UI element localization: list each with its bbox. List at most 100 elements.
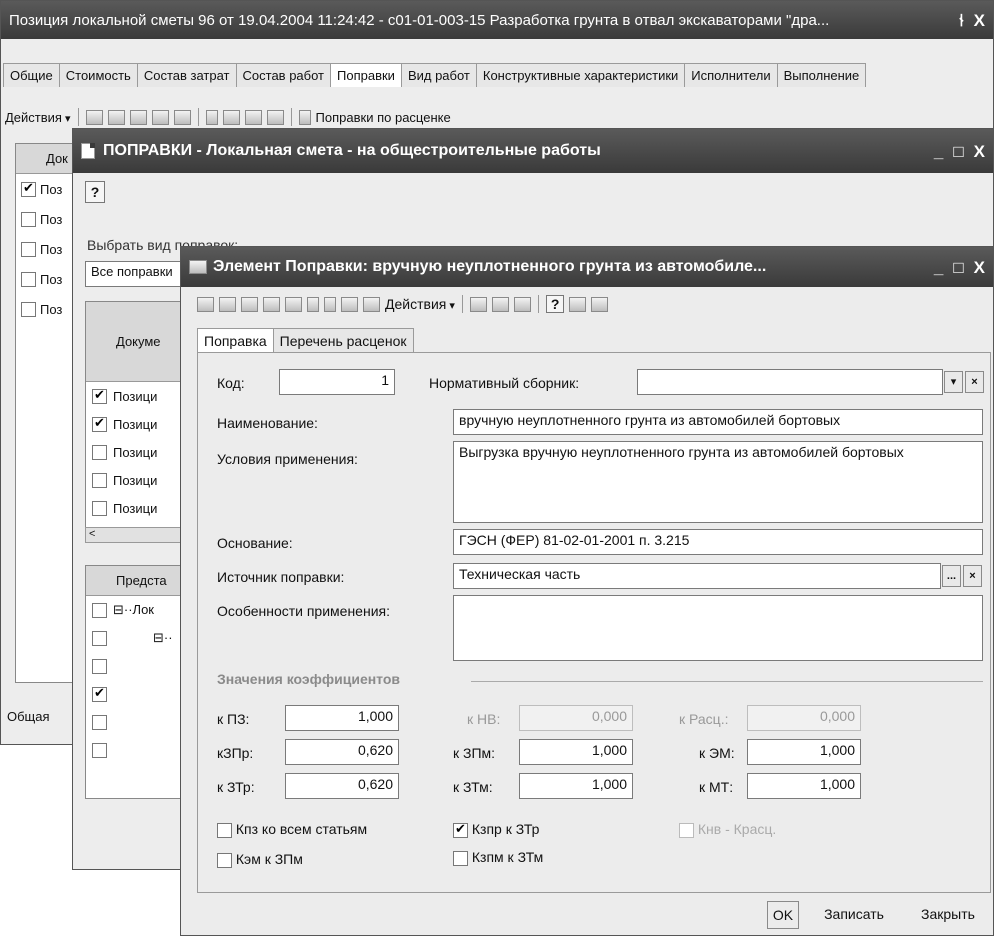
row-checkbox[interactable]: [21, 211, 36, 227]
table-row[interactable]: Поз: [16, 204, 74, 234]
basis-input[interactable]: ГЭСН (ФЕР) 81-02-01-2001 п. 3.215: [453, 529, 983, 555]
sort-asc-icon[interactable]: [341, 296, 358, 312]
copy-icon[interactable]: [107, 109, 125, 125]
dropdown-icon[interactable]: ▾: [944, 371, 963, 393]
correction-kind-select[interactable]: Все поправки: [85, 261, 183, 287]
close-icon[interactable]: X: [974, 143, 985, 160]
row-checkbox[interactable]: [92, 658, 107, 674]
select-icon[interactable]: ...: [942, 565, 961, 587]
horizontal-scrollbar[interactable]: <: [85, 527, 183, 543]
tab-correction[interactable]: Поправка: [197, 328, 274, 353]
tab-works-composition[interactable]: Состав работ: [235, 63, 331, 87]
table-row[interactable]: Позици: [86, 438, 182, 466]
table-row[interactable]: Позици: [86, 410, 182, 438]
kpz-all-checkbox[interactable]: Кпз ко всем статьям: [217, 821, 367, 838]
k-ztr-input[interactable]: 0,620: [285, 773, 399, 799]
row-checkbox[interactable]: [92, 602, 107, 618]
table-row[interactable]: Позици: [86, 466, 182, 494]
close-button[interactable]: Закрыть: [903, 901, 993, 929]
back-icon[interactable]: [469, 296, 487, 312]
k-zpr-input[interactable]: 0,620: [285, 739, 399, 765]
save-icon[interactable]: [173, 109, 191, 125]
k-mt-input[interactable]: 1,000: [747, 773, 861, 799]
row-checkbox[interactable]: [92, 685, 107, 702]
row-checkbox[interactable]: [92, 714, 107, 730]
help-button[interactable]: ?: [85, 181, 105, 203]
tab-cost[interactable]: Стоимость: [58, 63, 138, 87]
position-window-titlebar[interactable]: Позиция локальной сметы 96 от 19.04.2004…: [1, 1, 993, 39]
actions-menu[interactable]: Действия: [5, 110, 71, 125]
table-row[interactable]: Позици: [86, 382, 182, 410]
tree-row[interactable]: [86, 680, 182, 708]
k-em-input[interactable]: 1,000: [747, 739, 861, 765]
save-button[interactable]: Записать: [805, 901, 903, 929]
row-checkbox[interactable]: [92, 387, 107, 404]
row-checkbox[interactable]: [92, 415, 107, 432]
add-icon[interactable]: [197, 296, 214, 312]
element-window-titlebar[interactable]: Элемент Поправки: вручную неуплотненного…: [181, 247, 993, 287]
conditions-textarea[interactable]: Выгрузка вручную неуплотненного грунта и…: [453, 441, 983, 523]
tab-cost-composition[interactable]: Состав затрат: [136, 63, 237, 87]
k-ztm-input[interactable]: 1,000: [519, 773, 633, 799]
tree-row[interactable]: [86, 652, 182, 680]
delete-icon[interactable]: [263, 296, 280, 312]
edit-icon[interactable]: [241, 296, 258, 312]
k-zpm-input[interactable]: 1,000: [519, 739, 633, 765]
tree-row[interactable]: [86, 736, 182, 764]
tab-work-type[interactable]: Вид работ: [400, 63, 477, 87]
name-input[interactable]: вручную неуплотненного грунта из автомоб…: [453, 409, 983, 435]
tab-execution[interactable]: Выполнение: [776, 63, 867, 87]
close-icon[interactable]: X: [974, 259, 985, 276]
filter-list-icon[interactable]: [222, 109, 240, 125]
ok-button[interactable]: OK: [767, 901, 799, 929]
help-button[interactable]: ?: [545, 295, 565, 313]
clear-icon[interactable]: ×: [963, 565, 982, 587]
row-checkbox[interactable]: [92, 472, 107, 488]
structure-icon[interactable]: [591, 296, 609, 312]
tree-row[interactable]: [86, 708, 182, 736]
kzpm-checkbox[interactable]: Кзпм к ЗТм: [453, 849, 543, 866]
row-checkbox[interactable]: [21, 271, 36, 287]
row-checkbox[interactable]: [21, 301, 36, 317]
corrections-window-titlebar[interactable]: ПОПРАВКИ - Локальная смета - на общестро…: [73, 129, 993, 173]
maximize-icon[interactable]: □: [953, 259, 963, 276]
close-icon[interactable]: X: [974, 12, 985, 29]
clear-filter-icon[interactable]: [266, 109, 284, 125]
delete-icon[interactable]: [151, 109, 169, 125]
table-row[interactable]: Позици: [86, 494, 182, 522]
formula-icon[interactable]: [491, 296, 509, 312]
edit-icon[interactable]: [129, 109, 147, 125]
table-row[interactable]: Поз: [16, 174, 74, 204]
kem-checkbox[interactable]: Кэм к ЗПм: [217, 851, 303, 868]
k-pz-input[interactable]: 1,000: [285, 705, 399, 731]
filter-icon[interactable]: [205, 109, 218, 125]
move-down-icon[interactable]: [324, 296, 336, 312]
maximize-icon[interactable]: □: [953, 143, 963, 160]
kzpr-checkbox[interactable]: Кзпр к ЗТр: [453, 821, 539, 838]
tab-general[interactable]: Общие: [3, 63, 60, 87]
row-checkbox[interactable]: [92, 630, 107, 646]
tab-corrections[interactable]: Поправки: [330, 63, 402, 87]
row-checkbox[interactable]: [21, 180, 36, 197]
tab-executors[interactable]: Исполнители: [684, 63, 778, 87]
goto-icon[interactable]: [569, 296, 587, 312]
refresh-icon[interactable]: [298, 109, 311, 125]
row-checkbox[interactable]: [92, 500, 107, 516]
save-icon[interactable]: [285, 296, 302, 312]
row-checkbox[interactable]: [92, 444, 107, 460]
minimize-icon[interactable]: _: [934, 259, 943, 276]
actions-menu[interactable]: Действия: [385, 296, 455, 312]
navigate-icon[interactable]: [513, 296, 531, 312]
norm-collection-input[interactable]: [637, 369, 943, 395]
source-input[interactable]: Техническая часть: [453, 563, 941, 589]
features-textarea[interactable]: [453, 595, 983, 661]
add-icon[interactable]: [85, 109, 103, 125]
sort-desc-icon[interactable]: [363, 296, 380, 312]
move-up-icon[interactable]: [307, 296, 319, 312]
code-input[interactable]: 1: [279, 369, 395, 395]
table-row[interactable]: Поз: [16, 294, 74, 324]
row-checkbox[interactable]: [92, 742, 107, 758]
pin-icon[interactable]: ⫮: [959, 12, 963, 29]
tree-row[interactable]: ⊟··Лок: [86, 596, 182, 624]
sort-icon[interactable]: [244, 109, 262, 125]
